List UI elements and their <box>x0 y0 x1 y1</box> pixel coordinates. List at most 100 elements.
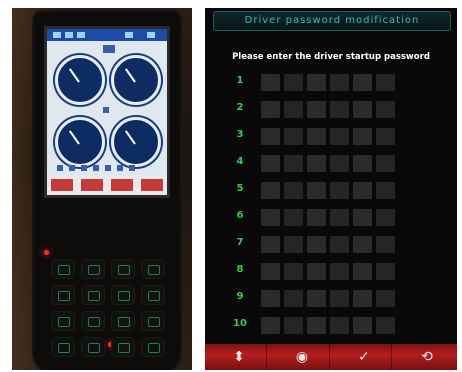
password-digit-cell[interactable] <box>284 101 303 118</box>
password-digit-cell[interactable] <box>353 128 372 145</box>
password-digit-cell[interactable] <box>307 74 326 91</box>
keypad-key <box>142 286 164 304</box>
keypad-key <box>112 286 134 304</box>
keypad-key <box>142 260 164 278</box>
password-digit-cell[interactable] <box>376 290 395 307</box>
row-number: 8 <box>236 264 244 275</box>
password-digit-cell[interactable] <box>307 101 326 118</box>
password-digit-cell[interactable] <box>284 236 303 253</box>
password-digit-cell[interactable] <box>330 155 349 172</box>
password-digit-cell[interactable] <box>284 263 303 280</box>
password-digit-cell[interactable] <box>284 317 303 334</box>
password-digit-cell[interactable] <box>284 182 303 199</box>
password-digit-cell[interactable] <box>307 317 326 334</box>
row-number: 10 <box>233 318 247 329</box>
checkmark-button[interactable]: ✓ <box>336 344 392 370</box>
password-digit-cell[interactable] <box>376 128 395 145</box>
soft-key <box>141 179 163 191</box>
password-digit-cell[interactable] <box>261 209 280 226</box>
password-digit-cell[interactable] <box>307 155 326 172</box>
warning-icon <box>103 107 109 113</box>
refresh-icon: ⟲ <box>421 349 433 365</box>
keypad-key <box>82 286 104 304</box>
password-digit-cell[interactable] <box>376 263 395 280</box>
password-digit-cell[interactable] <box>261 155 280 172</box>
password-digit-cell[interactable] <box>353 236 372 253</box>
password-digit-cell[interactable] <box>376 101 395 118</box>
password-digit-cell[interactable] <box>261 263 280 280</box>
password-digit-cell[interactable] <box>307 182 326 199</box>
eye-button[interactable]: ◉ <box>274 344 330 370</box>
indicator-icon <box>105 165 111 171</box>
password-prompt: Please enter the driver startup password <box>232 52 430 62</box>
password-digit-cell[interactable] <box>330 290 349 307</box>
row-number: 9 <box>236 291 244 302</box>
keypad-key <box>112 312 134 330</box>
soft-key <box>111 179 133 191</box>
password-digit-cell[interactable] <box>376 236 395 253</box>
row-number: 3 <box>236 129 244 140</box>
status-icon <box>65 32 73 38</box>
password-digit-cell[interactable] <box>330 236 349 253</box>
status-icon <box>147 32 155 38</box>
up-down-icon: ⬍ <box>233 349 245 365</box>
password-digit-cell[interactable] <box>307 263 326 280</box>
password-digit-cell[interactable] <box>284 290 303 307</box>
password-row: 5 <box>231 180 401 202</box>
password-digit-cell[interactable] <box>330 101 349 118</box>
keypad-key <box>52 260 74 278</box>
password-digit-cell[interactable] <box>261 290 280 307</box>
password-digit-cell[interactable] <box>353 290 372 307</box>
password-digit-cell[interactable] <box>261 182 280 199</box>
password-digit-cell[interactable] <box>284 74 303 91</box>
password-digit-cell[interactable] <box>330 317 349 334</box>
password-digit-cell[interactable] <box>353 155 372 172</box>
password-digit-cell[interactable] <box>353 182 372 199</box>
password-digit-cell[interactable] <box>261 236 280 253</box>
password-digit-cell[interactable] <box>376 209 395 226</box>
password-row: 9 <box>231 288 401 310</box>
password-digit-cell[interactable] <box>376 182 395 199</box>
password-digit-cell[interactable] <box>307 236 326 253</box>
indicator-icon <box>69 165 75 171</box>
password-digit-cell[interactable] <box>330 128 349 145</box>
keypad-key <box>112 260 134 278</box>
up-down-button[interactable]: ⬍ <box>211 344 267 370</box>
password-digit-cell[interactable] <box>261 74 280 91</box>
password-digit-cell[interactable] <box>261 128 280 145</box>
power-led-icon <box>44 250 49 255</box>
password-digit-cell[interactable] <box>353 101 372 118</box>
password-digit-cell[interactable] <box>353 74 372 91</box>
password-digit-cell[interactable] <box>284 209 303 226</box>
eye-icon: ◉ <box>295 349 309 365</box>
password-digit-cell[interactable] <box>353 317 372 334</box>
password-digit-cell[interactable] <box>284 128 303 145</box>
row-number: 6 <box>236 210 244 221</box>
password-row: 2 <box>231 99 401 121</box>
password-digit-cell[interactable] <box>307 209 326 226</box>
password-digit-cell[interactable] <box>376 155 395 172</box>
password-digit-cell[interactable] <box>330 263 349 280</box>
password-digit-cell[interactable] <box>376 74 395 91</box>
status-icon <box>53 32 61 38</box>
device-status-bar <box>47 29 167 41</box>
password-digit-cell[interactable] <box>353 263 372 280</box>
password-digit-cell[interactable] <box>284 155 303 172</box>
keypad-key <box>82 312 104 330</box>
password-digit-cell[interactable] <box>261 101 280 118</box>
keypad-key <box>142 312 164 330</box>
password-digit-cell[interactable] <box>330 209 349 226</box>
status-icon <box>125 32 133 38</box>
password-digit-cell[interactable] <box>353 209 372 226</box>
password-digit-cell[interactable] <box>307 128 326 145</box>
password-digit-cell[interactable] <box>330 74 349 91</box>
password-digit-cell[interactable] <box>330 182 349 199</box>
temperature-gauge-icon <box>55 117 105 167</box>
password-digit-cell[interactable] <box>307 290 326 307</box>
refresh-button[interactable]: ⟲ <box>399 344 455 370</box>
speed-gauge-icon <box>55 55 105 105</box>
soft-key <box>51 179 73 191</box>
password-digit-cell[interactable] <box>376 317 395 334</box>
password-digit-cell[interactable] <box>261 317 280 334</box>
status-icon <box>77 32 85 38</box>
